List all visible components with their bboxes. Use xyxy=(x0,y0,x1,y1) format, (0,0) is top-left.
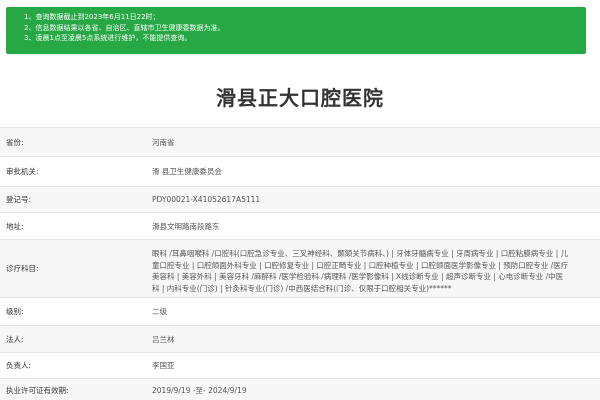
info-row-validity: 执业许可证有效期: 2019/9/19 -至- 2024/9/19 xyxy=(0,379,600,400)
page-title: 滑县正大口腔医院 xyxy=(216,86,384,110)
notice-line-2: 2、信息数据结果以各省、自治区、直辖市卫生健康委数据为准。 xyxy=(24,23,225,32)
info-row-grade: 级别: 二级 xyxy=(0,298,600,326)
registration-label: 登记号: xyxy=(6,195,32,204)
grade-label: 级别: xyxy=(6,307,24,316)
info-row-address: 地址: 滑县文明路南段路东 xyxy=(0,213,600,240)
address-label: 地址: xyxy=(6,221,24,231)
authority-value: 滑 县卫生健康委员会 xyxy=(152,167,222,176)
info-row-legal-rep: 法人: 吕兰林 xyxy=(0,326,600,353)
authority-label: 审批机关: xyxy=(6,167,39,176)
validity-label: 执业许可证有效期: xyxy=(6,386,69,395)
validity-value: 2019/9/19 -至- 2024/9/19 xyxy=(152,386,247,395)
grade-value: 二级 xyxy=(152,307,167,316)
legal-rep-label: 法人: xyxy=(6,334,24,344)
subjects-value: 眼科 /耳鼻咽喉科 /口腔科(口腔急诊专业、三叉神经科、颞颌关节病科、) | 牙… xyxy=(152,249,569,293)
info-table: 省份: 河南省 审批机关: 滑 县卫生健康委员会 登记号: PDY00021-X… xyxy=(0,127,600,400)
province-label: 省份: xyxy=(6,137,24,147)
subjects-label: 诊疗科目: xyxy=(6,264,39,273)
legal-rep-value: 吕兰林 xyxy=(152,334,175,344)
notice-line-3: 3、凌晨1点至凌晨5点系统进行维护，不能提供查询。 xyxy=(24,34,192,42)
notice-line-1: 1、查询数据截止到2023年6月11日22时； xyxy=(24,13,160,21)
info-row-authority: 审批机关: 滑 县卫生健康委员会 xyxy=(0,157,600,187)
province-value: 河南省 xyxy=(152,137,175,147)
principal-label: 负责人: xyxy=(6,361,32,370)
info-row-province: 省份: 河南省 xyxy=(0,128,600,157)
principal-value: 李国亚 xyxy=(152,361,175,370)
info-row-subjects: 诊疗科目: 眼科 /耳鼻咽喉科 /口腔科(口腔急诊专业、三叉神经科、颞颌关节病科… xyxy=(0,240,600,298)
info-row-principal: 负责人: 李国亚 xyxy=(0,353,600,379)
info-row-registration: 登记号: PDY00021-X41052617A5111 xyxy=(0,187,600,213)
registration-value: PDY00021-X41052617A5111 xyxy=(152,195,261,204)
notice-banner: 1、查询数据截止到2023年6月11日22时； 2、信息数据结果以各省、自治区、… xyxy=(6,7,586,54)
address-value: 滑县文明路南段路东 xyxy=(152,221,220,231)
